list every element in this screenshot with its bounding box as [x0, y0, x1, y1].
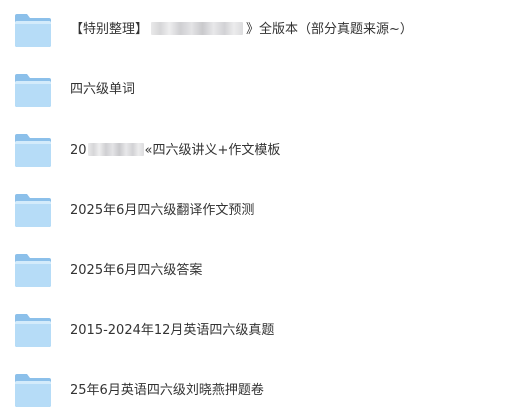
redacted-text	[87, 143, 144, 156]
folder-label-suffix: «四六级讲义+作文模板	[144, 143, 281, 158]
folder-label: 四六级单词	[70, 82, 136, 97]
folder-item-answers[interactable]: 2025年6月四六级答案	[0, 252, 510, 296]
folder-icon	[14, 192, 52, 228]
folder-icon	[14, 72, 52, 108]
folder-label: 20 «四六级讲义+作文模板	[70, 142, 280, 160]
folder-label: 2025年6月四六级答案	[70, 263, 203, 278]
redacted-text	[151, 22, 244, 35]
folder-item-mock-papers[interactable]: 25年6月英语四六级刘晓燕押题卷	[0, 372, 510, 416]
folder-icon	[14, 252, 52, 288]
folder-label: 2025年6月四六级翻译作文预测	[70, 203, 255, 218]
folder-label-suffix: 》全版本（部分真题来源~）	[246, 22, 413, 37]
folder-icon	[14, 12, 52, 48]
folder-label: 25年6月英语四六级刘晓燕押题卷	[70, 383, 264, 398]
folder-item-translation-prediction[interactable]: 2025年6月四六级翻译作文预测	[0, 192, 510, 236]
folder-label-prefix: 【特别整理】	[70, 22, 149, 37]
folder-label-prefix: 20	[70, 143, 87, 158]
folder-item-past-exams[interactable]: 2015-2024年12月英语四六级真题	[0, 312, 510, 356]
folder-icon	[14, 372, 52, 408]
folder-icon	[14, 132, 52, 168]
folder-item-vocabulary[interactable]: 四六级单词	[0, 72, 510, 116]
folder-item-lecture-notes[interactable]: 20 «四六级讲义+作文模板	[0, 132, 510, 176]
folder-icon	[14, 312, 52, 348]
folder-item-special[interactable]: 【特别整理】 》全版本（部分真题来源~）	[0, 12, 510, 56]
folder-list: 【特别整理】 》全版本（部分真题来源~） 四六级单词 20 «四六级讲义+作文模板 …	[0, 0, 510, 409]
folder-label: 2015-2024年12月英语四六级真题	[70, 323, 275, 338]
folder-label: 【特别整理】 》全版本（部分真题来源~）	[70, 21, 413, 39]
